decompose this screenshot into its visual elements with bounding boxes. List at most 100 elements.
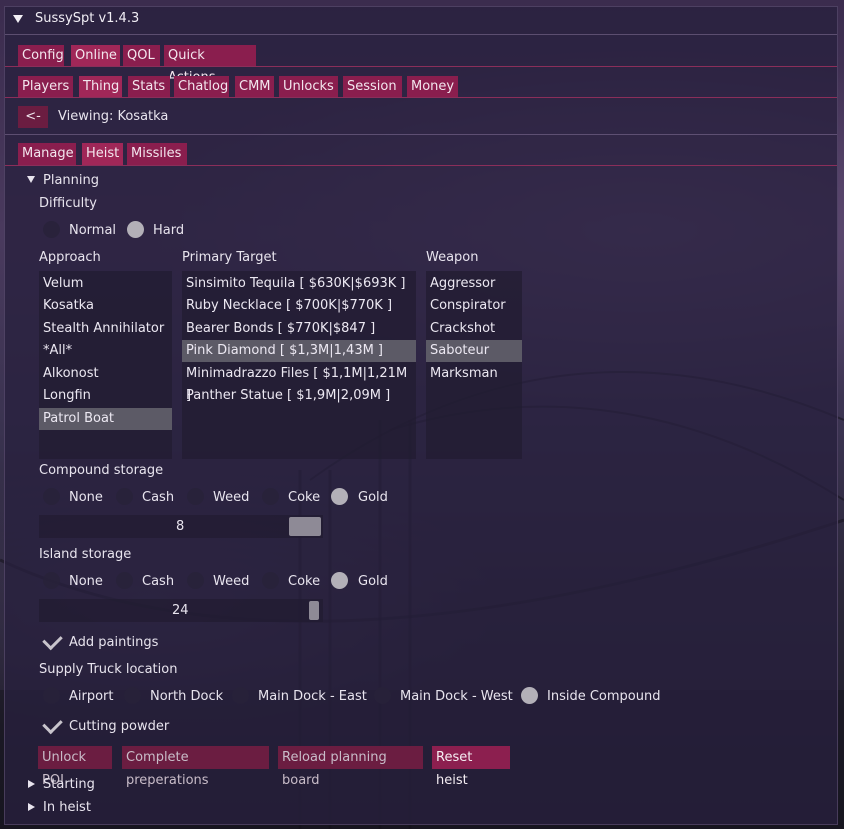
weapon-item-conspirator[interactable]: Conspirator xyxy=(426,295,522,317)
approach-item-longfin[interactable]: Longfin xyxy=(39,385,172,407)
primary-target-listbox[interactable]: Sinsimito Tequila [ $630K|$693K ] Ruby N… xyxy=(182,271,416,459)
compound-none-radio[interactable] xyxy=(43,488,60,505)
approach-item-all[interactable]: *All* xyxy=(39,340,172,362)
target-item-bearer-bonds[interactable]: Bearer Bonds [ $770K|$847 ] xyxy=(182,318,416,340)
collapse-window-icon[interactable] xyxy=(13,15,23,23)
truck-inside-compound-radio[interactable] xyxy=(521,687,538,704)
back-button[interactable]: <- xyxy=(18,106,48,128)
tab-chatlog[interactable]: Chatlog xyxy=(174,76,229,98)
tab-stats[interactable]: Stats xyxy=(128,76,170,98)
truck-main-dock-west-radio[interactable] xyxy=(374,687,391,704)
tab-thing[interactable]: Thing xyxy=(79,76,122,98)
compound-storage-slider[interactable]: 8 xyxy=(39,515,323,538)
tab-unlocks[interactable]: Unlocks xyxy=(279,76,338,98)
starting-header[interactable]: Starting xyxy=(43,777,95,792)
cutting-powder-label: Cutting powder xyxy=(69,719,170,734)
tab-session[interactable]: Session xyxy=(343,76,402,98)
cutting-powder-checkbox[interactable] xyxy=(42,713,63,735)
tab-players[interactable]: Players xyxy=(18,76,73,98)
compound-gold-label: Gold xyxy=(358,490,388,505)
window-title: SussySpt v1.4.3 xyxy=(35,11,140,26)
compound-storage-label: Compound storage xyxy=(39,463,164,478)
tab-money[interactable]: Money xyxy=(407,76,458,98)
truck-north-dock-radio[interactable] xyxy=(124,687,141,704)
reset-heist-button[interactable]: Reset heist xyxy=(432,746,510,788)
tab-cmm[interactable]: CMM xyxy=(235,76,274,98)
truck-north-dock-label: North Dock xyxy=(150,689,224,704)
supply-truck-label: Supply Truck location xyxy=(39,662,178,677)
reload-planning-board-button[interactable]: Reload planning board xyxy=(278,746,423,788)
approach-label: Approach xyxy=(39,250,101,265)
difficulty-normal-label: Normal xyxy=(69,223,117,238)
compound-slider-value: 8 xyxy=(176,519,185,534)
target-item-tequila[interactable]: Sinsimito Tequila [ $630K|$693K ] xyxy=(182,273,416,295)
difficulty-label: Difficulty xyxy=(39,196,97,211)
island-weed-label: Weed xyxy=(213,574,250,589)
title-separator xyxy=(5,34,837,35)
approach-item-alkonost[interactable]: Alkonost xyxy=(39,363,172,385)
unlock-poi-button[interactable]: Unlock POI xyxy=(38,746,112,788)
tab-manage[interactable]: Manage xyxy=(18,143,76,165)
truck-main-dock-west-label: Main Dock - West xyxy=(400,689,513,704)
truck-airport-radio[interactable] xyxy=(43,687,60,704)
tab-heist[interactable]: Heist xyxy=(82,143,123,165)
tabbar3-line xyxy=(5,165,837,166)
tab-qol[interactable]: QOL xyxy=(123,45,160,67)
tab-quick-actions[interactable]: Quick Actions xyxy=(164,45,256,85)
compound-cash-label: Cash xyxy=(142,490,175,505)
weapon-listbox[interactable]: Aggressor Conspirator Crackshot Saboteur… xyxy=(426,271,522,459)
approach-item-patrol-boat[interactable]: Patrol Boat xyxy=(39,408,172,430)
target-item-pink-diamond[interactable]: Pink Diamond [ $1,3M|1,43M ] xyxy=(182,340,416,362)
weapon-item-marksman[interactable]: Marksman xyxy=(426,363,522,385)
island-cash-label: Cash xyxy=(142,574,175,589)
starting-expand-icon[interactable] xyxy=(28,780,35,788)
target-item-ruby-necklace[interactable]: Ruby Necklace [ $700K|$770K ] xyxy=(182,295,416,317)
truck-main-dock-east-label: Main Dock - East xyxy=(258,689,367,704)
weapon-item-crackshot[interactable]: Crackshot xyxy=(426,318,522,340)
approach-listbox[interactable]: Velum Kosatka Stealth Annihilator *All* … xyxy=(39,271,172,459)
weapon-item-aggressor[interactable]: Aggressor xyxy=(426,273,522,295)
tabbar2-line xyxy=(5,97,837,98)
island-none-radio[interactable] xyxy=(43,572,60,589)
planning-collapse-icon[interactable] xyxy=(27,176,35,183)
approach-item-velum[interactable]: Velum xyxy=(39,273,172,295)
approach-item-kosatka[interactable]: Kosatka xyxy=(39,295,172,317)
complete-preparations-button[interactable]: Complete preperations xyxy=(122,746,269,788)
island-slider-grab[interactable] xyxy=(309,601,319,620)
weapon-item-saboteur[interactable]: Saboteur xyxy=(426,340,522,362)
island-gold-label: Gold xyxy=(358,574,388,589)
island-coke-radio[interactable] xyxy=(262,572,279,589)
difficulty-normal-radio[interactable] xyxy=(43,221,60,238)
tabbar1-line xyxy=(5,66,837,67)
compound-coke-radio[interactable] xyxy=(262,488,279,505)
island-coke-label: Coke xyxy=(288,574,321,589)
tab-online[interactable]: Online xyxy=(71,45,120,67)
target-item-madrazo-files[interactable]: Minimadrazzo Files [ $1,1M|1,21M ] xyxy=(182,363,416,403)
island-cash-radio[interactable] xyxy=(116,572,133,589)
viewing-label: Viewing: Kosatka xyxy=(58,109,169,124)
compound-none-label: None xyxy=(69,490,103,505)
island-gold-radio[interactable] xyxy=(331,572,348,589)
in-heist-expand-icon[interactable] xyxy=(28,803,35,811)
planning-header[interactable]: Planning xyxy=(43,173,99,188)
island-slider-value: 24 xyxy=(172,603,189,618)
compound-weed-label: Weed xyxy=(213,490,250,505)
compound-cash-radio[interactable] xyxy=(116,488,133,505)
target-item-panther-statue[interactable]: Panther Statue [ $1,9M|2,09M ] xyxy=(182,385,416,407)
compound-slider-grab[interactable] xyxy=(289,517,321,536)
island-weed-radio[interactable] xyxy=(187,572,204,589)
add-paintings-checkbox[interactable] xyxy=(42,629,63,651)
tab-config[interactable]: Config xyxy=(18,45,64,67)
compound-gold-radio[interactable] xyxy=(331,488,348,505)
truck-main-dock-east-radio[interactable] xyxy=(232,687,249,704)
main-window: SussySpt v1.4.3 Config Online QOL Quick … xyxy=(4,6,838,825)
in-heist-header[interactable]: In heist xyxy=(43,800,91,815)
tab-missiles[interactable]: Missiles xyxy=(127,143,187,165)
island-none-label: None xyxy=(69,574,103,589)
difficulty-hard-label: Hard xyxy=(153,223,185,238)
island-storage-slider[interactable]: 24 xyxy=(39,599,323,622)
compound-weed-radio[interactable] xyxy=(187,488,204,505)
approach-item-stealth-annihilator[interactable]: Stealth Annihilator xyxy=(39,318,172,340)
difficulty-hard-radio[interactable] xyxy=(127,221,144,238)
island-storage-label: Island storage xyxy=(39,547,132,562)
